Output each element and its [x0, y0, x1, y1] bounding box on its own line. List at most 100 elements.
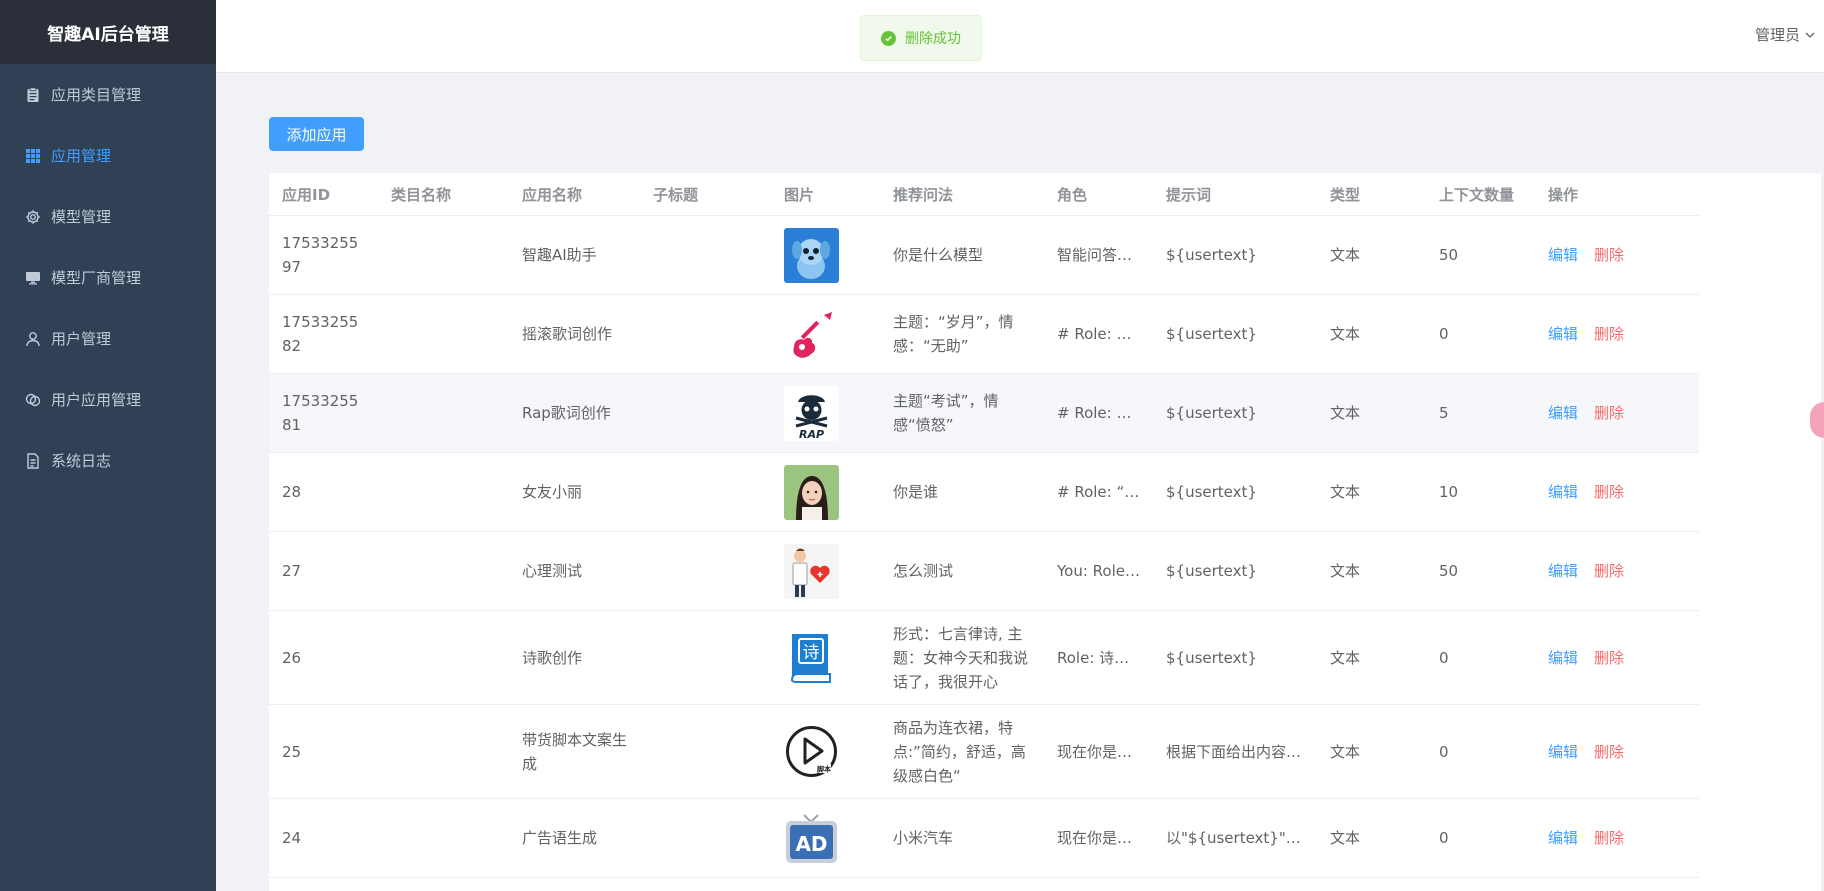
cell-app-id: 28 — [269, 452, 378, 532]
cell-role: # Role: R… — [1044, 373, 1153, 453]
dog-avatar-image — [784, 227, 839, 283]
edit-button[interactable]: 编辑 — [1548, 829, 1578, 847]
app-table-container: 应用ID 类目名称 应用名称 子标题 图片 推荐问法 角色 提示词 类型 上下文… — [269, 173, 1821, 891]
cell-subtitle — [640, 294, 771, 374]
cell-app-id: 27 — [269, 531, 378, 611]
cell-role: Role: 诗… — [1044, 610, 1153, 705]
col-header-category: 类目名称 — [378, 173, 509, 216]
sidebar-item-label: 用户应用管理 — [51, 391, 142, 409]
cell-actions: 编辑 删除 — [1535, 610, 1699, 705]
ad-tv-image: AD — [784, 810, 839, 866]
monitor-icon — [24, 269, 42, 287]
cell-app-id: 1753325597 — [269, 215, 378, 295]
sidebar-item-vendor-management[interactable]: 模型厂商管理 — [0, 247, 216, 308]
col-header-image: 图片 — [771, 173, 880, 216]
delete-button[interactable]: 删除 — [1594, 246, 1624, 264]
col-header-context: 上下文数量 — [1426, 173, 1535, 216]
sidebar-item-user-app-management[interactable]: 用户应用管理 — [0, 369, 216, 430]
edit-button[interactable]: 编辑 — [1548, 649, 1578, 667]
admin-label: 管理员 — [1754, 26, 1800, 44]
cell-category — [378, 294, 509, 374]
check-circle-icon — [881, 30, 896, 46]
cell-subtitle — [640, 531, 771, 611]
cell-app-name: 女友小丽 — [509, 452, 640, 532]
cell-question: 小米汽车 — [880, 798, 1044, 878]
cell-role: # Role: “… — [1044, 452, 1153, 532]
cell-prompt: 根据下面给出内容… — [1153, 704, 1317, 799]
cell-app-name: 带货脚本文案生成 — [509, 704, 640, 799]
cell-actions: 编辑 删除 — [1535, 704, 1699, 799]
col-header-role: 角色 — [1044, 173, 1153, 216]
floating-widget-handle[interactable] — [1810, 402, 1824, 438]
table-row: 24 广告语生成 AD 小米汽车 现在你是… 以"${usertext}"为… … — [269, 798, 1699, 878]
sidebar-item-label: 系统日志 — [51, 452, 112, 470]
table-row: 25 带货脚本文案生成 脚本 商品为连衣裙，特点:”简约，舒适，高级感白色“ 现… — [269, 704, 1699, 799]
add-app-button[interactable]: 添加应用 — [269, 117, 364, 151]
sidebar: 智趣AI后台管理 应用类目管理 应用管理 模型管理 模型厂商管理 用户管理 用户… — [0, 0, 216, 891]
table-row: 27 心理测试 ✚ 怎么测试 You: Role… ${usertext} 文本… — [269, 531, 1699, 611]
cell-type: 文本 — [1317, 215, 1426, 295]
cell-type: 文本 — [1317, 452, 1426, 532]
edit-button[interactable]: 编辑 — [1548, 246, 1578, 264]
edit-button[interactable]: 编辑 — [1548, 483, 1578, 501]
col-header-type: 类型 — [1317, 173, 1426, 216]
cell-prompt: ${usertext} — [1153, 373, 1317, 453]
col-header-app-name: 应用名称 — [509, 173, 640, 216]
delete-button[interactable]: 删除 — [1594, 562, 1624, 580]
cell-prompt: ${usertext} — [1153, 215, 1317, 295]
main-content: 添加应用 应用ID 类目名称 应用名称 子标题 图片 推荐问法 角色 提示词 类… — [224, 72, 1824, 891]
grid-icon — [24, 147, 42, 165]
delete-button[interactable]: 删除 — [1594, 649, 1624, 667]
cell-question: 主题“考试”，情感“愤怒” — [880, 373, 1044, 453]
cell-type: 文本 — [1317, 294, 1426, 374]
cell-category — [378, 704, 509, 799]
cell-question: 商品为连衣裙，特点:”简约，舒适，高级感白色“ — [880, 704, 1044, 799]
cell-context: 0 — [1426, 798, 1535, 878]
table-row: 1753325581 Rap歌词创作 RAP 主题“考试”，情感“愤怒” # R… — [269, 373, 1699, 453]
delete-button[interactable]: 删除 — [1594, 404, 1624, 422]
cell-prompt: ${usertext} — [1153, 610, 1317, 705]
edit-button[interactable]: 编辑 — [1548, 743, 1578, 761]
cell-category — [378, 531, 509, 611]
table-row: 1753325597 智趣AI助手 你是什么模型 智能问答… ${usertex… — [269, 215, 1699, 295]
delete-button[interactable]: 删除 — [1594, 483, 1624, 501]
cell-role: 智能问答… — [1044, 215, 1153, 295]
table-row: 1753325582 摇滚歌词创作 主题：“岁月”，情感：“无助” # Role… — [269, 294, 1699, 374]
cell-context: 0 — [1426, 610, 1535, 705]
sidebar-item-category-management[interactable]: 应用类目管理 — [0, 64, 216, 125]
success-toast: 删除成功 — [860, 15, 982, 61]
cell-context: 10 — [1426, 452, 1535, 532]
cell-subtitle — [640, 373, 771, 453]
delete-button[interactable]: 删除 — [1594, 829, 1624, 847]
edit-button[interactable]: 编辑 — [1548, 325, 1578, 343]
cell-prompt: ${usertext} — [1153, 531, 1317, 611]
edit-button[interactable]: 编辑 — [1548, 404, 1578, 422]
delete-button[interactable]: 删除 — [1594, 325, 1624, 343]
edit-button[interactable]: 编辑 — [1548, 562, 1578, 580]
sidebar-item-model-management[interactable]: 模型管理 — [0, 186, 216, 247]
cell-app-id: 1753325582 — [269, 294, 378, 374]
document-icon — [24, 452, 42, 470]
chevron-down-icon — [1805, 32, 1815, 38]
cell-image: 诗 — [771, 610, 880, 705]
admin-dropdown[interactable]: 管理员 — [1755, 24, 1816, 45]
delete-button[interactable]: 删除 — [1594, 743, 1624, 761]
cell-subtitle — [640, 610, 771, 705]
cell-category — [378, 452, 509, 532]
sidebar-item-label: 模型厂商管理 — [51, 269, 142, 287]
sidebar-item-label: 模型管理 — [51, 208, 112, 226]
cell-role: You: Role… — [1044, 531, 1153, 611]
cell-prompt: 以"${usertext}"为… — [1153, 798, 1317, 878]
cell-app-name: 心理测试 — [509, 531, 640, 611]
page-scrollbar[interactable] — [1818, 72, 1824, 891]
col-header-actions: 操作 — [1535, 173, 1699, 216]
cell-app-name: Rap歌词创作 — [509, 373, 640, 453]
cell-role: 现在你是… — [1044, 704, 1153, 799]
cell-context: 50 — [1426, 531, 1535, 611]
sidebar-item-user-management[interactable]: 用户管理 — [0, 308, 216, 369]
cell-type: 文本 — [1317, 798, 1426, 878]
sidebar-item-system-log[interactable]: 系统日志 — [0, 430, 216, 491]
sidebar-item-app-management[interactable]: 应用管理 — [0, 125, 216, 186]
girl-photo-image — [784, 464, 839, 520]
svg-text:脚本: 脚本 — [816, 765, 831, 774]
